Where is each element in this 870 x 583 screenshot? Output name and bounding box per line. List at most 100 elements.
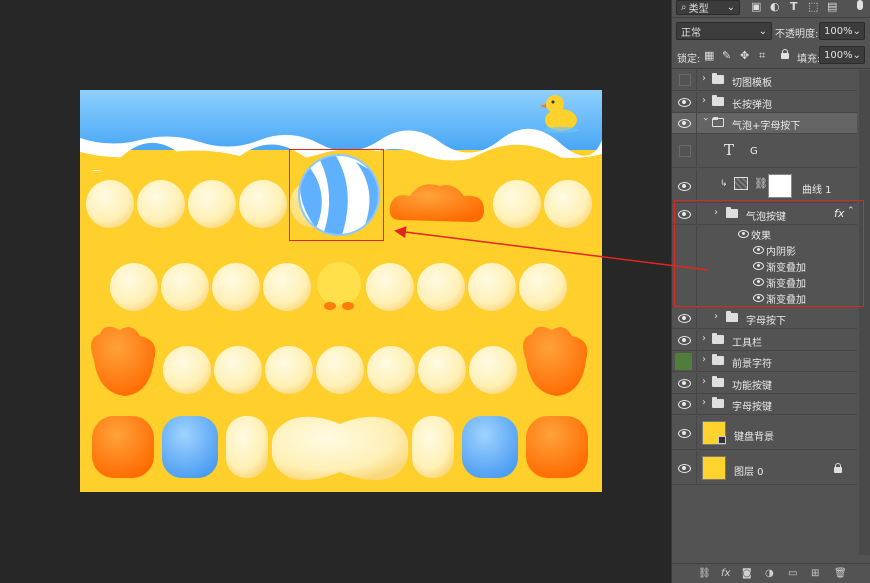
key-row-4 (92, 416, 588, 480)
layer-row[interactable]: › 切图模板 (672, 70, 857, 91)
layer-thumbnail (702, 456, 726, 480)
layer-name: 图层 0 (734, 467, 764, 478)
layer-row[interactable]: 图层 0 (672, 451, 857, 485)
folder-icon (712, 397, 724, 408)
eye-icon[interactable] (676, 461, 692, 475)
chevron-right-icon[interactable]: › (702, 398, 712, 408)
shape-filter-icon[interactable]: ⬚ (808, 0, 818, 14)
adjustment-filter-icon[interactable]: ◐ (770, 0, 780, 14)
folder-icon (712, 376, 724, 387)
layer-name: 切图模板 (732, 78, 772, 89)
lock-position-icon[interactable]: ✥ (740, 49, 749, 63)
fill-label: 填充: (797, 54, 821, 65)
chevron-down-icon: ⌄ (758, 25, 767, 37)
lock-image-pixels-icon[interactable]: ✎ (722, 49, 731, 63)
chevron-right-icon[interactable]: › (702, 334, 712, 344)
blend-mode-dropdown[interactable]: 正常 ⌄ (676, 22, 772, 40)
layer-row[interactable]: › 字母按下 (672, 308, 857, 329)
eye-icon[interactable] (676, 376, 692, 390)
key-row-3 (91, 326, 588, 396)
photoshop-window: ⌕ 类型 ⌄ ▣ ◐ T ⬚ ▤ 正常 ⌄ 不透明度: 100% ⌄ 锁定: ▦… (0, 0, 870, 583)
opacity-label: 不透明度: (775, 29, 819, 40)
chevron-right-icon[interactable]: › (702, 377, 712, 387)
folder-icon (726, 311, 738, 322)
chevron-right-icon[interactable]: › (702, 96, 712, 106)
add-style-icon[interactable]: fx (721, 568, 730, 580)
trash-icon[interactable]: 🗑 (834, 568, 847, 580)
folder-icon (712, 333, 724, 344)
layer-row[interactable]: T G (672, 134, 857, 168)
layers-scrollbar[interactable] (859, 70, 870, 555)
fill-input[interactable]: 100% ⌄ (819, 46, 865, 64)
folder-icon (712, 95, 724, 106)
visibility-toggle[interactable] (675, 353, 692, 370)
layer-name: 字母按下 (746, 316, 786, 327)
layer-name: 功能按键 (732, 381, 772, 392)
search-icon: ⌕ (681, 2, 687, 13)
add-mask-icon[interactable]: ◙ (742, 568, 752, 580)
layer-name: 字母按键 (732, 402, 772, 413)
new-layer-icon[interactable]: ⊞ (811, 568, 819, 580)
opacity-input[interactable]: 100% ⌄ (819, 22, 865, 40)
chevron-right-icon[interactable]: › (702, 74, 712, 84)
smart-object-filter-icon[interactable]: ▤ (827, 0, 837, 14)
type-layer-icon: T (724, 141, 735, 159)
eye-icon[interactable] (676, 333, 692, 347)
clipping-arrow-icon: ↳ (720, 179, 728, 189)
blend-mode-value: 正常 (681, 27, 701, 39)
lock-icon (834, 463, 842, 473)
layer-row[interactable]: › 字母按键 (672, 394, 857, 415)
duck-foot-key-left (91, 326, 156, 396)
lock-label: 锁定: (677, 54, 701, 65)
layer-name: 前景字符 (732, 359, 772, 370)
lock-all-icon[interactable] (781, 49, 789, 59)
filter-kind-dropdown[interactable]: ⌕ 类型 ⌄ (676, 0, 740, 15)
layer-name: 键盘背景 (734, 432, 774, 443)
layer-row[interactable]: 键盘背景 (672, 416, 857, 450)
layer-row[interactable]: › 工具栏 (672, 330, 857, 351)
smart-object-badge-icon (718, 436, 726, 444)
eye-icon[interactable] (676, 95, 692, 109)
chevron-right-icon[interactable]: › (702, 355, 712, 365)
layer-name: 曲线 1 (802, 185, 832, 196)
layers-list: › 切图模板 › 长按弹泡 › 气泡+字母按下 T G ↳ ⛓ 曲线 1 › 气… (672, 70, 857, 555)
type-filter-icon[interactable]: T (790, 0, 798, 14)
layer-row[interactable]: › 前景字符 (672, 351, 857, 372)
pixel-filter-icon[interactable]: ▣ (751, 0, 761, 14)
highlight-box-canvas (289, 149, 384, 241)
folder-open-icon (712, 117, 724, 127)
filter-kind-label: 类型 (688, 4, 709, 15)
chevron-down-icon[interactable]: › (700, 117, 711, 127)
curves-adjustment-icon (734, 177, 748, 190)
eye-icon[interactable] (676, 179, 692, 193)
layer-name: 工具栏 (732, 338, 762, 349)
layer-mask-thumbnail[interactable] (768, 174, 792, 198)
layer-row[interactable]: › 长按弹泡 (672, 92, 857, 113)
chevron-down-icon: ⌄ (852, 49, 861, 61)
chevron-right-icon[interactable]: › (714, 312, 724, 322)
new-adjustment-icon[interactable]: ◑ (765, 568, 774, 580)
layer-row[interactable]: › 功能按键 (672, 373, 857, 394)
layer-name: 长按弹泡 (732, 100, 772, 111)
link-icon[interactable]: ⛓ (754, 177, 768, 190)
new-group-icon[interactable]: ▭ (788, 568, 797, 580)
layer-name: 气泡+字母按下 (732, 121, 801, 132)
fill-value: 100% (824, 49, 853, 61)
eye-icon[interactable] (676, 116, 692, 130)
layer-row[interactable]: ↳ ⛓ 曲线 1 (672, 169, 857, 203)
eye-icon[interactable] (676, 426, 692, 440)
duck-foot-key-right (523, 326, 588, 396)
layer-row-selected[interactable]: › 气泡+字母按下 (672, 113, 857, 134)
key-row-2 (110, 262, 567, 311)
opacity-value: 100% (824, 25, 853, 37)
visibility-toggle[interactable] (676, 144, 692, 158)
lock-artboard-icon[interactable]: ⌗ (759, 49, 765, 63)
filter-toggle[interactable] (857, 0, 863, 10)
eye-icon[interactable] (676, 397, 692, 411)
visibility-toggle[interactable] (676, 73, 692, 87)
chevron-down-icon: ⌄ (852, 25, 861, 37)
eye-icon[interactable] (676, 311, 692, 325)
lock-transparent-pixels-icon[interactable]: ▦ (704, 49, 714, 63)
folder-icon (712, 73, 724, 84)
link-layers-icon[interactable]: ⛓ (698, 568, 711, 580)
